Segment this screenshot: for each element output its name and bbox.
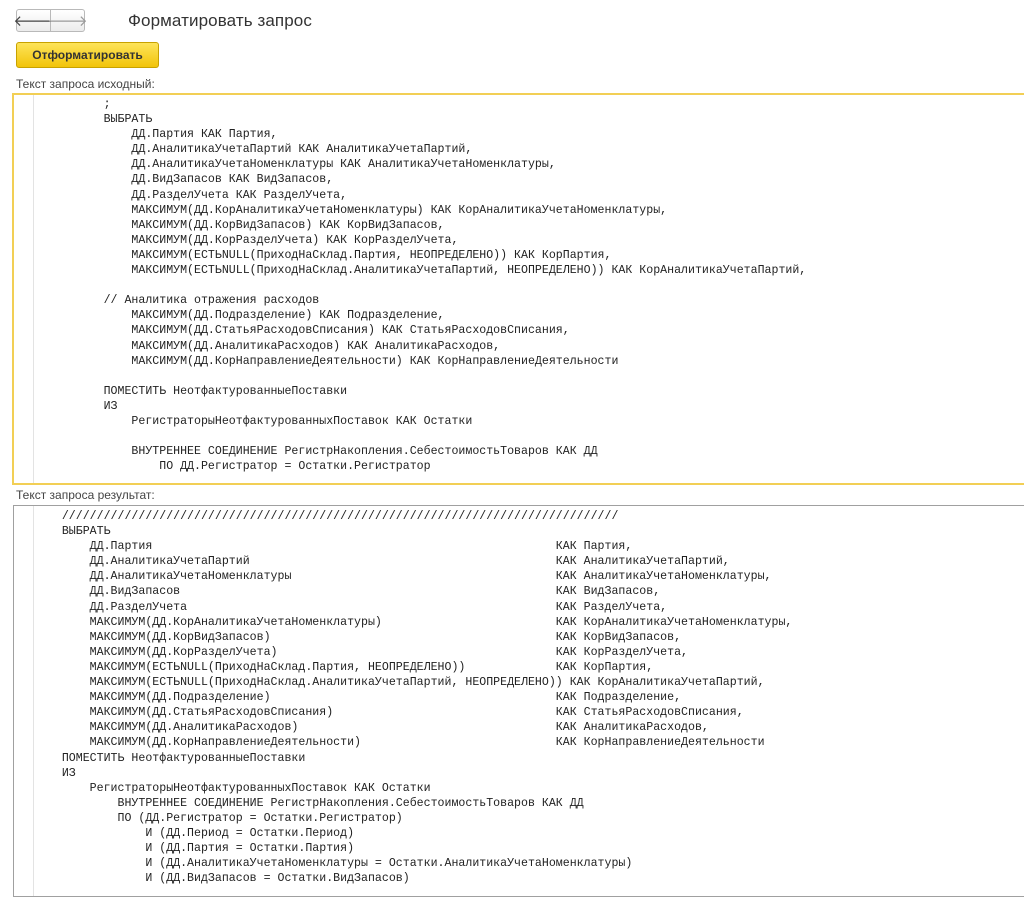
code-line: ПО ДД.Регистратор = Остатки.Регистратор — [34, 460, 431, 474]
editor-gutter — [14, 95, 34, 483]
code-line: МАКСИМУМ(ДД.СтатьяРасходовСписания) КАК … — [34, 706, 744, 720]
code-line: ПО (ДД.Регистратор = Остатки.Регистратор… — [34, 811, 403, 825]
code-line: И (ДД.Партия = Остатки.Партия) — [34, 842, 355, 856]
back-button[interactable]: 🡐 — [13, 9, 54, 32]
code-line: МАКСИМУМ(ДД.КорВидЗапасов) КАК КорВидЗап… — [34, 630, 682, 644]
code-line: ВЫБРАТЬ — [34, 525, 111, 539]
code-line: МАКСИМУМ(ДД.КорНаправлениеДеятельности) … — [34, 736, 765, 750]
code-line: МАКСИМУМ(ЕСТЬNULL(ПриходНаСклад.Партия, … — [34, 248, 612, 262]
code-line: ДД.ВидЗапасов КАК ВидЗапасов, — [34, 173, 334, 187]
code-line: ИЗ — [34, 766, 76, 780]
code-line: И (ДД.Период = Остатки.Период) — [34, 826, 355, 840]
code-line: МАКСИМУМ(ЕСТЬNULL(ПриходНаСклад.Партия, … — [34, 660, 654, 674]
code-line: ВНУТРЕННЕЕ СОЕДИНЕНИЕ РегистрНакопления.… — [34, 796, 584, 810]
code-line: ПОМЕСТИТЬ НеотфактурованныеПоставки — [34, 384, 348, 398]
code-line: МАКСИМУМ(ДД.КорВидЗапасов) КАК КорВидЗап… — [34, 218, 445, 232]
arrow-right-icon: 🡒 — [47, 13, 88, 30]
code-line: ////////////////////////////////////////… — [34, 510, 619, 523]
code-line: МАКСИМУМ(ДД.КорРазделУчета) КАК КорРазде… — [34, 233, 459, 247]
code-line: МАКСИМУМ(ДД.КорАналитикаУчетаНоменклатур… — [34, 615, 793, 629]
code-line: МАКСИМУМ(ДД.КорРазделУчета) КАК КорРазде… — [34, 645, 688, 659]
code-line: // Аналитика отражения расходов — [34, 294, 320, 308]
code-line: ДД.Партия КАК Партия, — [34, 128, 278, 142]
code-line: ; — [34, 98, 111, 111]
navigation-buttons: 🡐 🡒 — [13, 9, 88, 32]
code-line: ДД.АналитикаУчетаПартий КАК АналитикаУче… — [34, 143, 473, 157]
code-line: РегистраторыНеотфактурованныхПоставок КА… — [34, 414, 473, 428]
code-line: МАКСИМУМ(ДД.КорНаправлениеДеятельности) … — [34, 354, 619, 368]
code-line: МАКСИМУМ(ДД.Подразделение) КАК Подраздел… — [34, 309, 445, 323]
forward-button[interactable]: 🡒 — [47, 9, 88, 32]
source-query-label: Текст запроса исходный: — [16, 77, 155, 91]
code-line: И (ДД.ВидЗапасов = Остатки.ВидЗапасов) — [34, 872, 410, 886]
code-line: МАКСИМУМ(ДД.Подразделение) КАК Подраздел… — [34, 691, 682, 705]
code-line: ДД.ВидЗапасов КАК ВидЗапасов, — [34, 585, 661, 599]
code-line: МАКСИМУМ(ЕСТЬNULL(ПриходНаСклад.Аналитик… — [34, 676, 765, 690]
source-query-text[interactable]: ; ВЫБРАТЬ ДД.Партия КАК Партия, ДД.Анали… — [34, 97, 807, 474]
result-query-text[interactable]: ////////////////////////////////////////… — [34, 509, 793, 886]
code-line: ВЫБРАТЬ — [34, 113, 153, 127]
result-query-label: Текст запроса результат: — [16, 488, 155, 502]
editor-gutter — [14, 506, 34, 896]
code-line: ДД.АналитикаУчетаНоменклатуры КАК Аналит… — [34, 158, 556, 172]
code-line: И (ДД.АналитикаУчетаНоменклатуры = Остат… — [34, 857, 633, 871]
code-line: ИЗ — [34, 399, 118, 413]
code-line: МАКСИМУМ(ДД.КорАналитикаУчетаНоменклатур… — [34, 203, 668, 217]
code-line: МАКСИМУМ(ЕСТЬNULL(ПриходНаСклад.Аналитик… — [34, 264, 807, 278]
code-line: ДД.РазделУчета КАК РазделУчета, — [34, 600, 668, 614]
source-query-editor[interactable]: ; ВЫБРАТЬ ДД.Партия КАК Партия, ДД.Анали… — [12, 93, 1024, 485]
code-line: РегистраторыНеотфактурованныхПоставок КА… — [34, 781, 431, 795]
code-line: ДД.Партия КАК Партия, — [34, 540, 633, 554]
format-button[interactable]: Отформатировать — [16, 42, 159, 68]
code-line: ДД.РазделУчета КАК РазделУчета, — [34, 188, 348, 202]
code-line: ДД.АналитикаУчетаНоменклатуры КАК Аналит… — [34, 570, 772, 584]
code-line: ДД.АналитикаУчетаПартий КАК АналитикаУче… — [34, 555, 730, 569]
code-line: ПОМЕСТИТЬ НеотфактурованныеПоставки — [34, 751, 306, 765]
page-title: Форматировать запрос — [128, 11, 312, 30]
code-line: МАКСИМУМ(ДД.СтатьяРасходовСписания) КАК … — [34, 324, 570, 338]
code-line: ВНУТРЕННЕЕ СОЕДИНЕНИЕ РегистрНакопления.… — [34, 445, 598, 459]
code-line: МАКСИМУМ(ДД.АналитикаРасходов) КАК Анали… — [34, 721, 709, 735]
result-query-editor[interactable]: ////////////////////////////////////////… — [13, 505, 1024, 897]
code-line: МАКСИМУМ(ДД.АналитикаРасходов) КАК Анали… — [34, 339, 501, 353]
